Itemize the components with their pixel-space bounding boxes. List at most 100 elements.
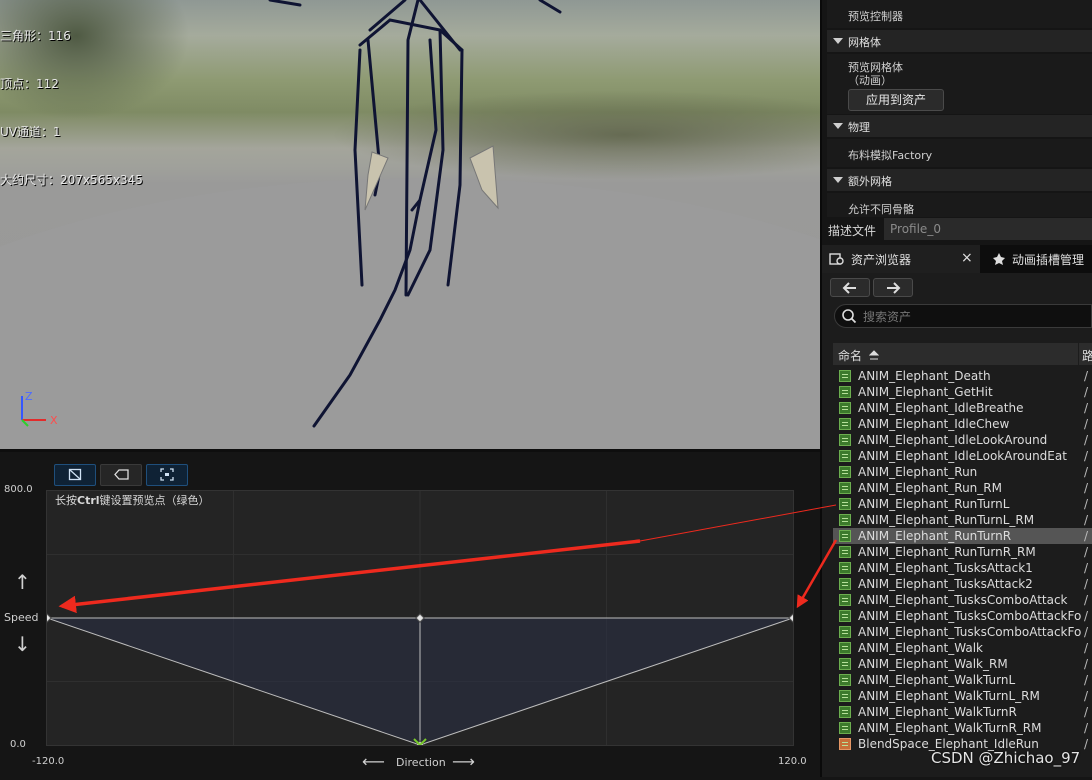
list-item[interactable]: ANIM_Elephant_Walk / <box>833 640 1092 656</box>
apply-to-asset-button[interactable]: 应用到资产 <box>848 89 944 111</box>
column-header-path[interactable]: 路 <box>1079 343 1092 365</box>
tab-asset-browser[interactable]: 资产浏览器 × <box>822 245 980 273</box>
close-tab-icon[interactable]: × <box>961 250 973 266</box>
list-item[interactable]: ANIM_Elephant_TusksAttack2 / <box>833 576 1092 592</box>
list-item[interactable]: ANIM_Elephant_RunTurnR / <box>833 528 1092 544</box>
x-axis-min-label: -120.0 <box>32 756 65 767</box>
list-item[interactable]: ANIM_Elephant_Run / <box>833 464 1092 480</box>
x-axis-left-arrow: ⟵ <box>362 752 385 771</box>
triangulation-icon <box>68 468 82 481</box>
list-item[interactable]: ANIM_Elephant_TusksComboAttackFo / <box>833 624 1092 640</box>
asset-name: ANIM_Elephant_Walk_RM <box>858 657 1008 671</box>
mesh-category[interactable]: 网格体 <box>827 30 1092 52</box>
asset-name: ANIM_Elephant_Run <box>858 465 978 479</box>
animation-asset-icon <box>839 562 851 574</box>
profile-dropdown[interactable]: Profile_0 <box>884 218 1092 240</box>
list-item[interactable]: ANIM_Elephant_TusksComboAttack / <box>833 592 1092 608</box>
asset-path: / <box>1084 625 1089 639</box>
asset-path: / <box>1084 641 1089 655</box>
list-item[interactable]: ANIM_Elephant_Death / <box>833 368 1092 384</box>
list-item[interactable]: ANIM_Elephant_IdleChew / <box>833 416 1092 432</box>
preview-hint: 长按Ctrl键设置预览点（绿色） <box>55 492 210 508</box>
sample-point[interactable] <box>788 613 793 623</box>
blendspace-editor: 800.0 0.0 ↑ Speed ↓ -120.0 120.0 ⟵ Direc… <box>0 449 820 780</box>
list-item[interactable]: ANIM_Elephant_WalkTurnL_RM / <box>833 688 1092 704</box>
blendspace-plot[interactable] <box>47 491 793 745</box>
forward-arrow-icon <box>887 282 901 294</box>
asset-path: / <box>1084 417 1089 431</box>
list-item[interactable]: ANIM_Elephant_Run_RM / <box>833 480 1092 496</box>
asset-path: / <box>1084 721 1089 735</box>
asset-name: ANIM_Elephant_Death <box>858 369 991 383</box>
hint-key: Ctrl <box>77 494 100 507</box>
list-item[interactable]: ANIM_Elephant_WalkTurnR_RM / <box>833 720 1092 736</box>
fit-view-button[interactable] <box>146 464 188 486</box>
back-button[interactable] <box>830 278 870 297</box>
asset-path: / <box>1084 737 1089 751</box>
asset-path: / <box>1084 529 1089 543</box>
stat-approx-size: 大约尺寸：207x565x345 <box>0 173 143 187</box>
asset-name: ANIM_Elephant_Run_RM <box>858 481 1002 495</box>
stat-triangles: 三角形：116 <box>0 29 71 43</box>
viewport-stats: 三角形：116 顶点：112 UV通道：1 大约尺寸：207x565x345 <box>0 0 143 220</box>
triangulation-toggle-button[interactable] <box>54 464 96 486</box>
list-item[interactable]: ANIM_Elephant_WalkTurnR / <box>833 704 1092 720</box>
blendspace-grid[interactable]: 长按Ctrl键设置预览点（绿色） <box>46 490 794 746</box>
animation-asset-icon <box>839 546 851 558</box>
list-item[interactable]: ANIM_Elephant_GetHit / <box>833 384 1092 400</box>
list-item[interactable]: ANIM_Elephant_Walk_RM / <box>833 656 1092 672</box>
bottom-tab-bar: 资产浏览器 × 动画插槽管理 <box>822 245 1092 273</box>
label-toggle-button[interactable] <box>100 464 142 486</box>
list-item[interactable]: ANIM_Elephant_IdleBreathe / <box>833 400 1092 416</box>
forward-button[interactable] <box>873 278 913 297</box>
sample-point[interactable] <box>47 613 52 623</box>
asset-path: / <box>1084 545 1089 559</box>
asset-name: ANIM_Elephant_WalkTurnL <box>858 673 1016 687</box>
list-item[interactable]: ANIM_Elephant_IdleLookAroundEat / <box>833 448 1092 464</box>
stat-uv-channels: UV通道：1 <box>0 125 61 139</box>
back-arrow-icon <box>842 282 856 294</box>
extra-mesh-category-label: 额外网格 <box>848 175 892 188</box>
list-item[interactable]: ANIM_Elephant_TusksAttack1 / <box>833 560 1092 576</box>
search-icon <box>842 309 857 324</box>
preview-viewport[interactable]: Z X 三角形：116 顶点：112 UV通道：1 大约尺寸：207x565x3… <box>0 0 820 449</box>
animation-asset-icon <box>839 418 851 430</box>
x-axis-label: Direction <box>396 756 446 769</box>
expand-triangle-icon <box>833 177 843 183</box>
column-path-label: 路 <box>1082 349 1092 363</box>
animation-asset-icon <box>839 434 851 446</box>
animation-asset-icon <box>839 642 851 654</box>
asset-name: ANIM_Elephant_WalkTurnR_RM <box>858 721 1042 735</box>
mesh-category-label: 网格体 <box>848 36 881 49</box>
list-item[interactable]: ANIM_Elephant_WalkTurnL / <box>833 672 1092 688</box>
animation-asset-icon <box>839 594 851 606</box>
asset-browser-icon <box>829 253 844 265</box>
animation-asset-icon <box>839 370 851 382</box>
list-item[interactable]: ANIM_Elephant_RunTurnL_RM / <box>833 512 1092 528</box>
asset-path: / <box>1084 497 1089 511</box>
animation-asset-icon <box>839 674 851 686</box>
asset-name: ANIM_Elephant_TusksComboAttack <box>858 593 1068 607</box>
physics-category-label: 物理 <box>848 121 870 134</box>
physics-category[interactable]: 物理 <box>827 115 1092 137</box>
expand-triangle-icon <box>833 123 843 129</box>
tab-asset-browser-label: 资产浏览器 <box>851 253 912 267</box>
tab-anim-slot-manager[interactable]: 动画插槽管理 <box>986 245 1092 273</box>
hint-suffix: 键设置预览点（绿色） <box>99 494 210 507</box>
asset-path: / <box>1084 609 1089 623</box>
column-header-name[interactable]: 命名 <box>833 343 1078 365</box>
watermark: CSDN @Zhichao_97 <box>931 749 1081 767</box>
list-item[interactable]: ANIM_Elephant_RunTurnL / <box>833 496 1092 512</box>
animation-asset-icon <box>839 498 851 510</box>
extra-mesh-category[interactable]: 额外网格 <box>827 169 1092 191</box>
x-axis-max-label: 120.0 <box>778 756 807 767</box>
asset-path: / <box>1084 705 1089 719</box>
stat-vertices: 顶点：112 <box>0 77 59 91</box>
asset-path: / <box>1084 433 1089 447</box>
list-item[interactable]: ANIM_Elephant_IdleLookAround / <box>833 432 1092 448</box>
list-item[interactable]: ANIM_Elephant_RunTurnR_RM / <box>833 544 1092 560</box>
animation-asset-icon <box>839 402 851 414</box>
search-assets-input[interactable] <box>861 307 1085 327</box>
search-assets-box[interactable] <box>834 304 1092 328</box>
list-item[interactable]: ANIM_Elephant_TusksComboAttackFo / <box>833 608 1092 624</box>
